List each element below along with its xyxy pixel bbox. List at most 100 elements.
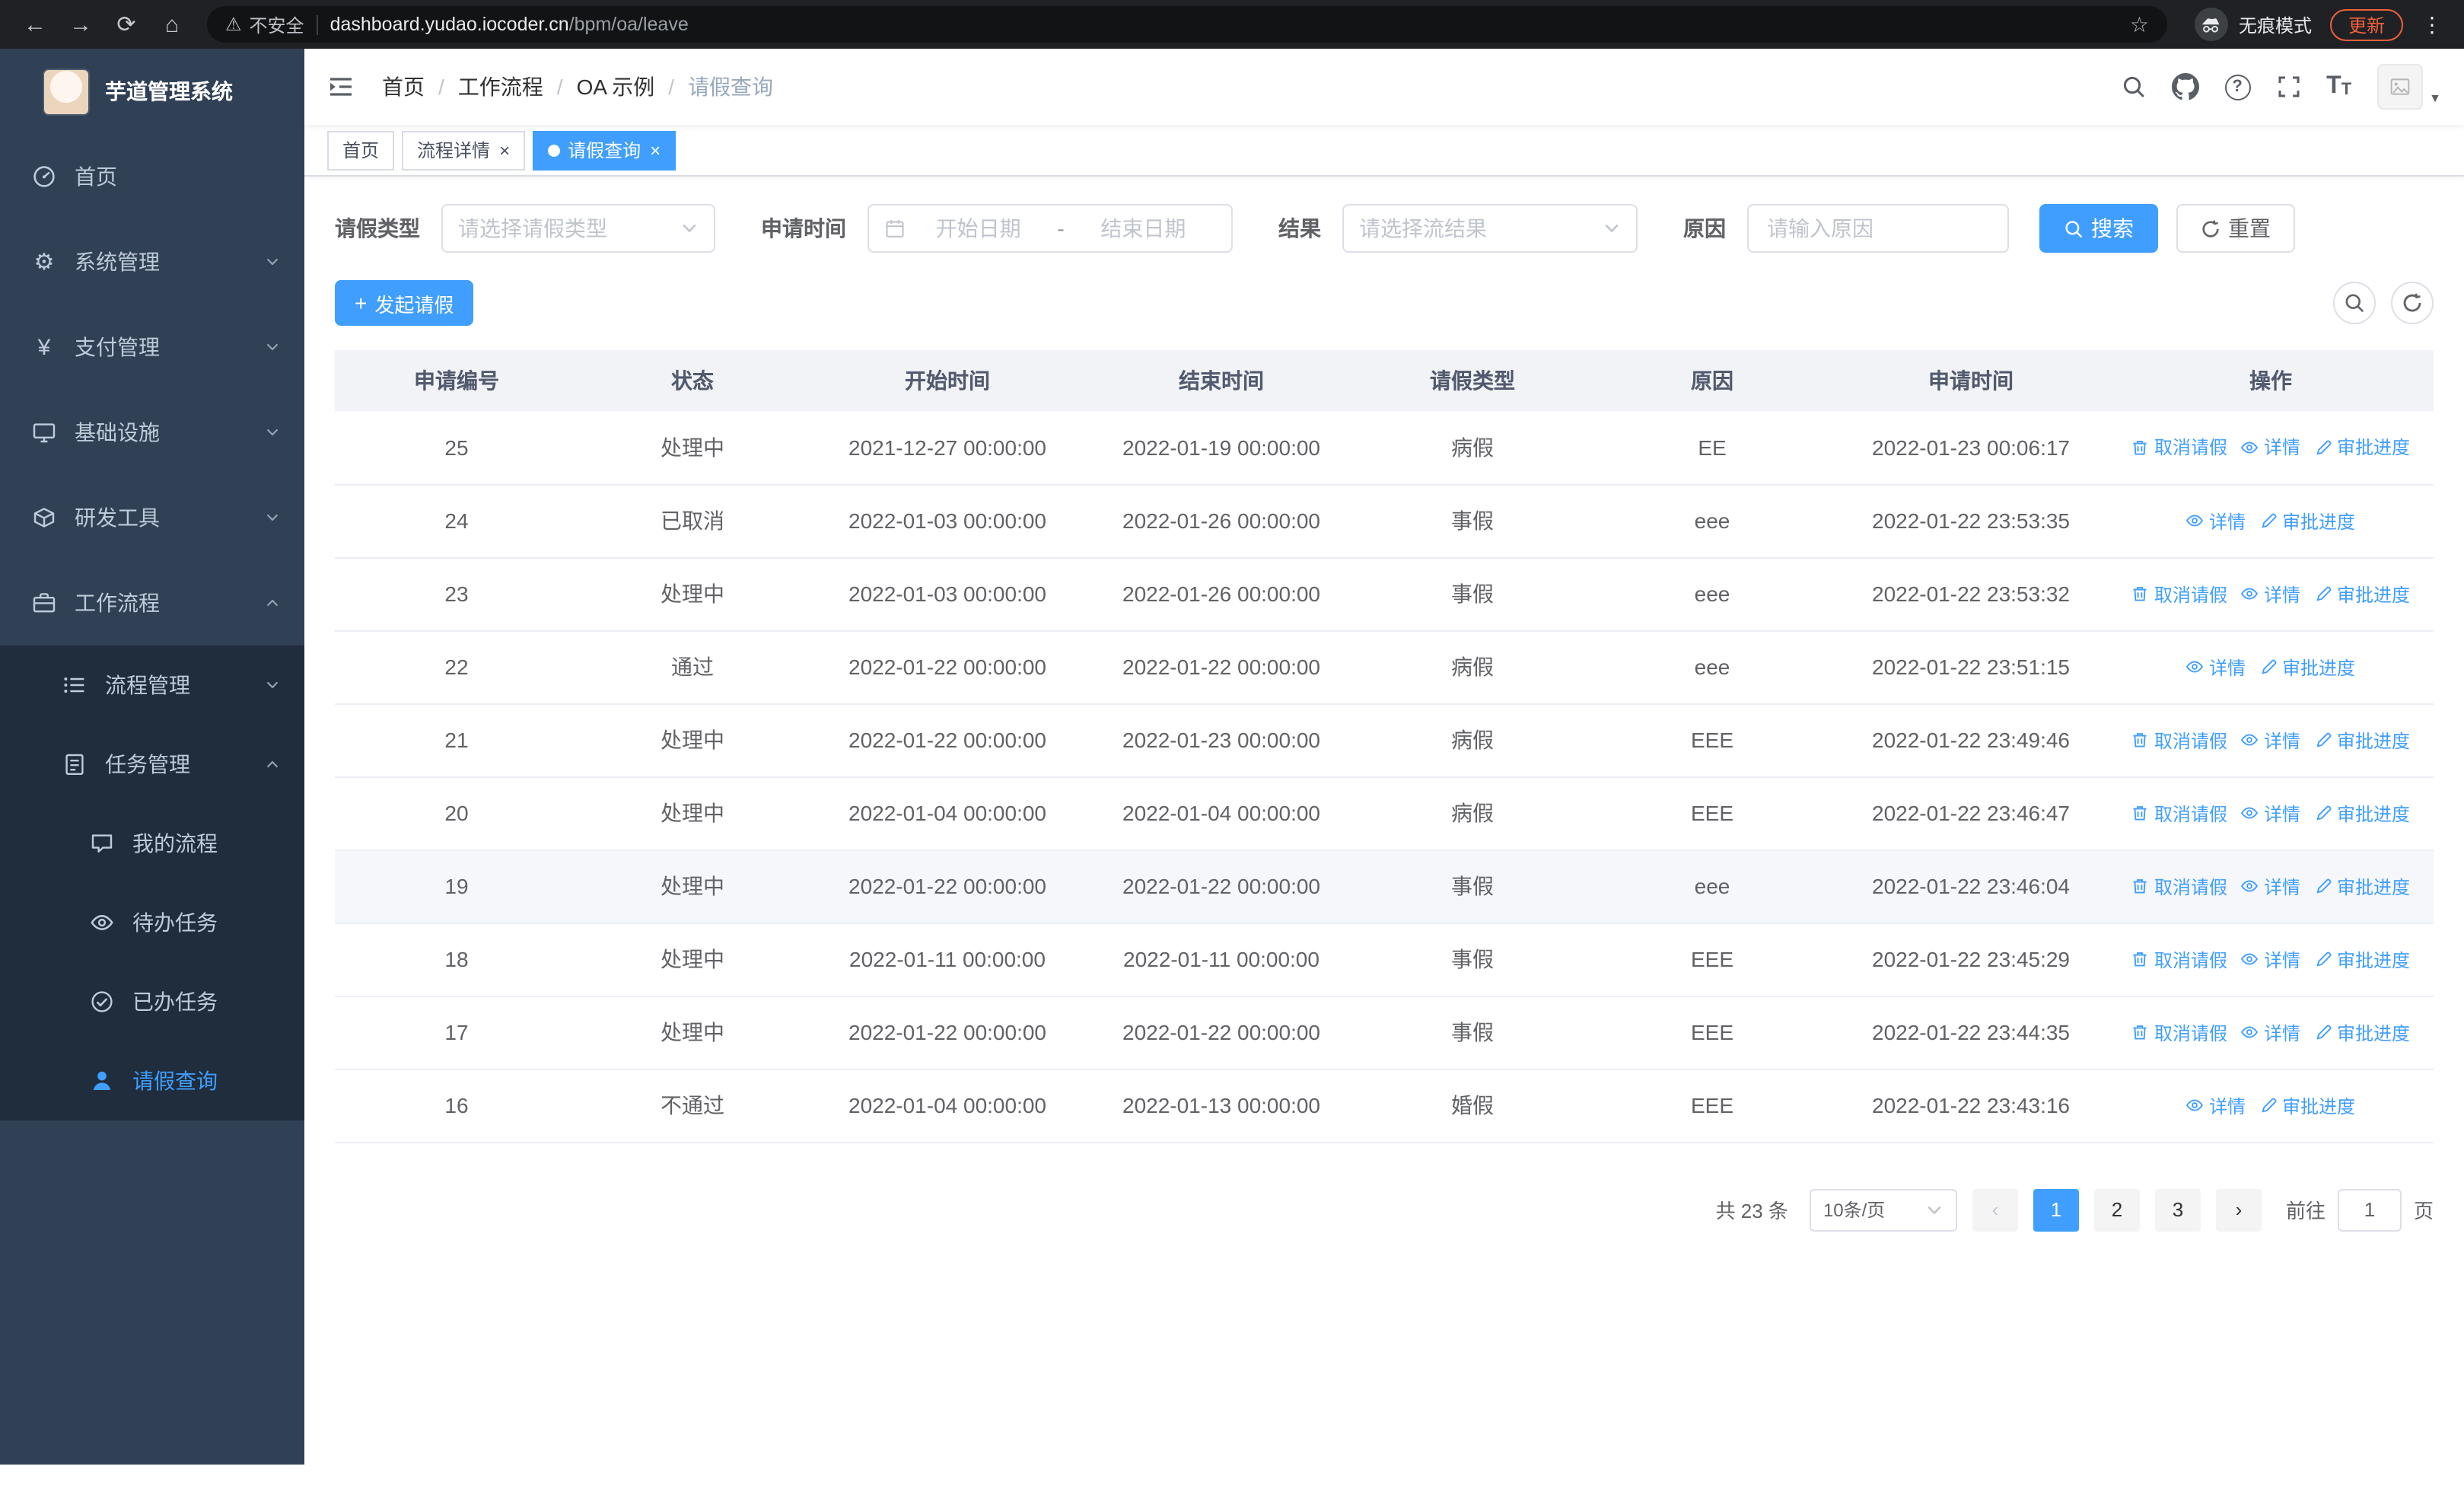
page-button-1[interactable]: 1: [2033, 1188, 2079, 1231]
detail-link[interactable]: 详情: [2241, 873, 2300, 899]
audit-progress-link[interactable]: 审批进度: [2314, 946, 2410, 972]
sidebar-item-task-management[interactable]: 任务管理: [0, 725, 304, 804]
sidebar-item-label: 任务管理: [105, 752, 190, 776]
browser-home-button[interactable]: ⌂: [152, 5, 192, 44]
page-size-select[interactable]: 10条/页: [1809, 1188, 1957, 1231]
audit-progress-link[interactable]: 审批进度: [2259, 508, 2355, 534]
detail-link[interactable]: 详情: [2241, 800, 2300, 826]
security-label[interactable]: 不安全: [250, 11, 304, 37]
browser-forward-button[interactable]: →: [61, 5, 100, 44]
leave-type-select[interactable]: 请选择请假类型: [441, 204, 715, 253]
header-search-icon[interactable]: [2121, 75, 2145, 99]
app-title: 芋道管理系统: [105, 79, 233, 104]
sidebar-item-home[interactable]: 首页: [0, 134, 304, 219]
breadcrumb-item[interactable]: 首页: [382, 72, 425, 102]
toggle-search-button[interactable]: [2333, 282, 2376, 324]
cancel-leave-link[interactable]: 取消请假: [2131, 800, 2227, 826]
horizontal-scrollbar[interactable]: [0, 1465, 2464, 1495]
help-icon[interactable]: ?: [2224, 74, 2251, 100]
app-logo-image: [43, 68, 90, 115]
close-icon[interactable]: ×: [499, 141, 510, 159]
reset-button[interactable]: 重置: [2176, 204, 2295, 253]
cancel-leave-link[interactable]: 取消请假: [2131, 1019, 2227, 1045]
refresh-table-button[interactable]: [2391, 282, 2434, 324]
create-leave-button[interactable]: + 发起请假: [335, 280, 474, 326]
breadcrumb-item[interactable]: OA 示例: [577, 72, 655, 102]
start-date-placeholder: 开始日期: [935, 216, 1021, 241]
tab-home[interactable]: 首页: [327, 130, 395, 170]
cancel-leave-link[interactable]: 取消请假: [2131, 581, 2227, 607]
result-label: 结果: [1278, 216, 1321, 241]
detail-link[interactable]: 详情: [2241, 435, 2300, 461]
url-domain: dashboard.yudao.iocoder.cn: [329, 14, 569, 35]
close-icon[interactable]: ×: [650, 141, 661, 159]
browser-reload-button[interactable]: ⟳: [107, 5, 146, 44]
edit-icon: [2314, 1023, 2332, 1041]
browser-menu-icon[interactable]: ⋮: [2421, 11, 2443, 37]
browser-chrome: ← → ⟳ ⌂ ⚠ 不安全 dashboard.yudao.iocoder.cn…: [0, 0, 2464, 49]
audit-progress-link[interactable]: 审批进度: [2314, 800, 2410, 826]
goto-page-input[interactable]: [2337, 1188, 2402, 1231]
audit-progress-link[interactable]: 审批进度: [2314, 435, 2410, 461]
audit-progress-link[interactable]: 审批进度: [2314, 873, 2410, 899]
audit-progress-link[interactable]: 审批进度: [2314, 727, 2410, 753]
audit-progress-link[interactable]: 审批进度: [2314, 581, 2410, 607]
chevron-down-icon: [1925, 1200, 1944, 1219]
sidebar-item-done-tasks[interactable]: 已办任务: [0, 962, 304, 1041]
search-button[interactable]: 搜索: [2039, 204, 2158, 253]
bookmark-star-icon[interactable]: ☆: [2130, 11, 2149, 37]
app-logo[interactable]: 芋道管理系统: [0, 49, 304, 134]
detail-link[interactable]: 详情: [2241, 727, 2300, 753]
tab-leave-query[interactable]: 请假查询 ×: [533, 130, 676, 170]
sidebar-item-payment[interactable]: ¥ 支付管理: [0, 304, 304, 390]
page-button-2[interactable]: 2: [2093, 1188, 2140, 1231]
cancel-leave-link[interactable]: 取消请假: [2131, 873, 2227, 899]
page-button-3[interactable]: 3: [2154, 1188, 2201, 1231]
sidebar-collapse-icon[interactable]: [327, 73, 355, 100]
tab-process-detail[interactable]: 流程详情 ×: [402, 130, 526, 170]
eye-icon: [2241, 950, 2259, 968]
chevron-down-icon: [265, 254, 280, 269]
col-actions: 操作: [2108, 350, 2434, 411]
cancel-leave-link[interactable]: 取消请假: [2131, 727, 2227, 753]
cancel-leave-link[interactable]: 取消请假: [2131, 946, 2227, 972]
audit-progress-link[interactable]: 审批进度: [2259, 1092, 2355, 1118]
table-toolbar: + 发起请假: [335, 280, 2434, 326]
audit-progress-link[interactable]: 审批进度: [2259, 654, 2355, 680]
sidebar-item-process-management[interactable]: 流程管理: [0, 645, 304, 725]
breadcrumb-item[interactable]: 工作流程: [458, 72, 543, 102]
font-size-icon[interactable]: TT: [2326, 74, 2351, 99]
detail-link[interactable]: 详情: [2186, 508, 2246, 534]
result-select[interactable]: 请选择流结果: [1342, 204, 1638, 253]
sidebar-item-my-processes[interactable]: 我的流程: [0, 804, 304, 883]
detail-link[interactable]: 详情: [2241, 1019, 2300, 1045]
browser-update-button[interactable]: 更新: [2329, 8, 2403, 40]
sidebar-item-leave-query[interactable]: 请假查询: [0, 1041, 304, 1120]
next-page-button[interactable]: ›: [2215, 1188, 2262, 1231]
user-menu[interactable]: ▼: [2377, 64, 2441, 110]
detail-link[interactable]: 详情: [2241, 946, 2300, 972]
chevron-up-icon: [265, 757, 280, 772]
apply-time-range-picker[interactable]: 开始日期 - 结束日期: [867, 204, 1233, 253]
sidebar-item-infrastructure[interactable]: 基础设施: [0, 390, 304, 475]
sidebar-item-system[interactable]: ⚙ 系统管理: [0, 219, 304, 304]
audit-progress-link[interactable]: 审批进度: [2314, 1019, 2410, 1045]
address-bar[interactable]: ⚠ 不安全 dashboard.yudao.iocoder.cn/bpm/oa/…: [207, 6, 2167, 43]
sidebar-item-workflow[interactable]: 工作流程: [0, 560, 304, 645]
detail-link[interactable]: 详情: [2186, 654, 2246, 680]
github-icon[interactable]: [2171, 73, 2198, 100]
page-unit-label: 页: [2413, 1200, 2434, 1222]
reason-input[interactable]: [1747, 204, 2009, 253]
search-icon: [2064, 218, 2084, 238]
sidebar-item-todo-tasks[interactable]: 待办任务: [0, 883, 304, 962]
sidebar-item-devtools[interactable]: 研发工具: [0, 475, 304, 560]
fullscreen-icon[interactable]: [2276, 75, 2300, 99]
chevron-down-icon: [265, 510, 280, 525]
detail-link[interactable]: 详情: [2241, 581, 2300, 607]
browser-back-button[interactable]: ←: [15, 5, 55, 44]
prev-page-button[interactable]: ‹: [1972, 1188, 2018, 1231]
sidebar-item-label: 支付管理: [75, 335, 160, 359]
cancel-leave-link[interactable]: 取消请假: [2131, 435, 2227, 461]
detail-link[interactable]: 详情: [2186, 1092, 2246, 1118]
url-text[interactable]: dashboard.yudao.iocoder.cn/bpm/oa/leave: [330, 14, 2118, 35]
